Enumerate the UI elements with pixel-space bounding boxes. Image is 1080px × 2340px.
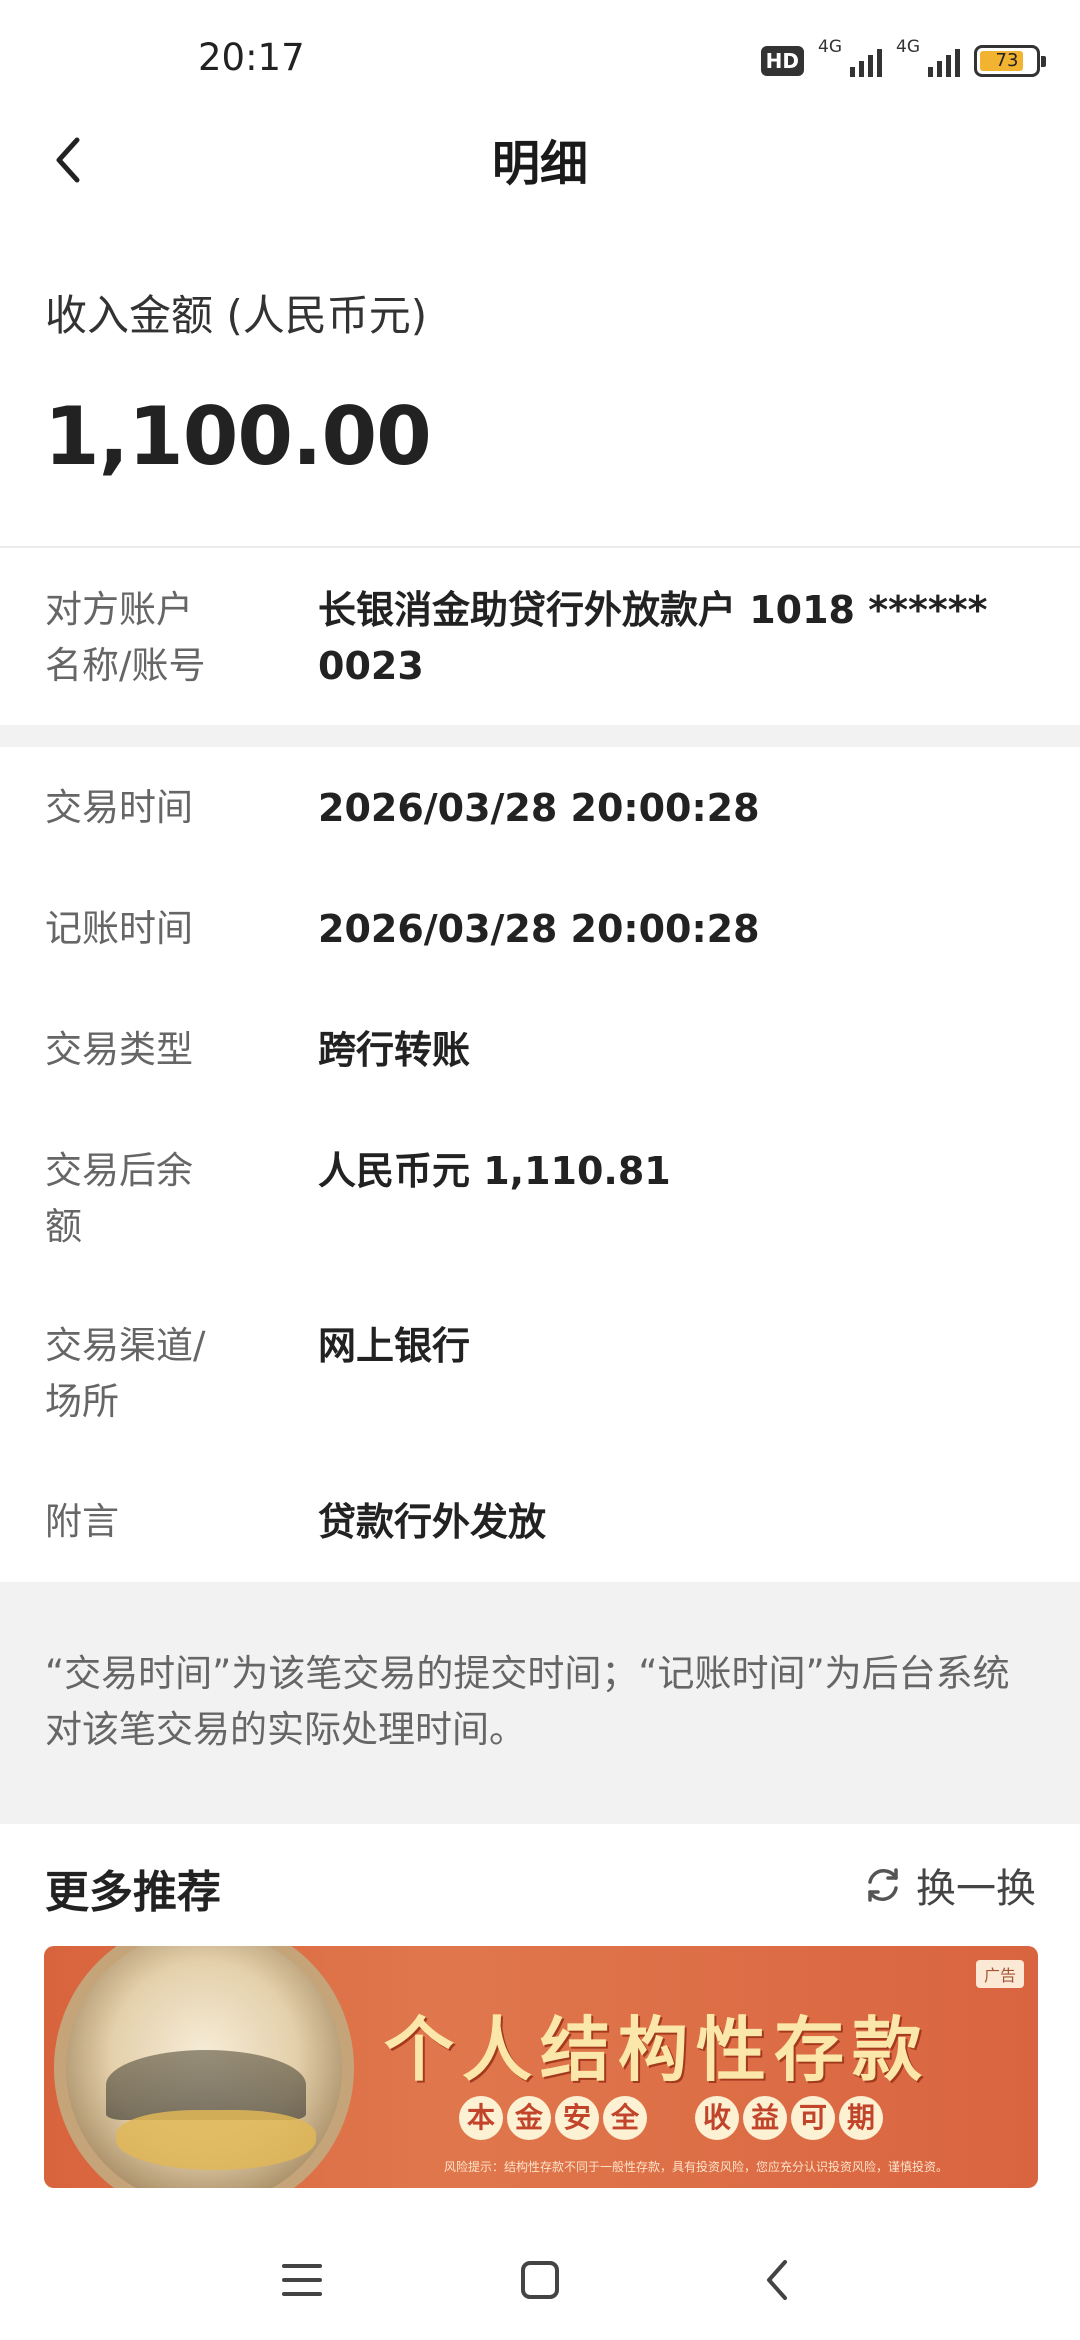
amount-value: 1,100.00 — [44, 390, 432, 483]
banner-headline: 个人结构性存款 — [384, 2008, 930, 2091]
ad-badge: 广告 — [975, 1960, 1024, 1988]
counterparty-label: 对方账户 名称/账号 — [45, 588, 206, 687]
landscape-image — [54, 1946, 354, 2188]
home-square-icon — [521, 2261, 559, 2299]
tag-group-safety: 本 金 安 全 — [459, 2096, 647, 2140]
banner-risk-text: 风险提示：结构性存款不同于一般性存款，具有投资风险，您应充分认识投资风险，谨慎投… — [444, 2160, 949, 2174]
promo-banner[interactable]: 个人结构性存款 本 金 安 全 收 益 可 期 风险提示：结构性存款不同于一般性… — [44, 1946, 1038, 2188]
refresh-label: 换一换 — [916, 1866, 1036, 1912]
section-gap — [0, 725, 1080, 747]
banner-tags: 本 金 安 全 收 益 可 期 — [459, 2096, 883, 2140]
menu-icon — [282, 2264, 322, 2296]
detail-label: 交易后余 额 — [45, 1149, 193, 1248]
counterparty-value: 长银消金助贷行外放款户 1018 ****** 0023 — [318, 588, 988, 688]
divider — [0, 546, 1080, 548]
hd-voice-icon: HD — [760, 46, 804, 76]
detail-value: 2026/03/28 20:00:28 — [318, 786, 760, 830]
detail-value: 人民币元 1,110.81 — [318, 1149, 671, 1193]
detail-value: 贷款行外发放 — [318, 1500, 547, 1544]
detail-label: 交易渠道/ 场所 — [45, 1324, 206, 1423]
detail-label: 记账时间 — [45, 907, 193, 950]
status-bar: 20:17 HD 4G 4G 73 — [0, 0, 1080, 125]
tag-group-yield: 收 益 可 期 — [695, 2096, 883, 2140]
system-nav-bar — [0, 2220, 1080, 2340]
page-title: 明细 — [491, 136, 588, 192]
refresh-icon — [868, 1868, 898, 1902]
detail-label: 附言 — [45, 1500, 119, 1543]
home-button[interactable] — [510, 2250, 570, 2310]
note-box: “交易时间”为该笔交易的提交时间；“记账时间”为后台系统对该笔交易的实际处理时间… — [0, 1582, 1080, 1824]
detail-value: 跨行转账 — [318, 1028, 471, 1072]
signal-icon: 4G — [818, 37, 882, 81]
detail-value: 2026/03/28 20:00:28 — [318, 907, 760, 951]
detail-value: 网上银行 — [318, 1324, 471, 1368]
status-time: 20:17 — [198, 36, 305, 79]
battery-icon: 73 — [974, 45, 1046, 77]
back-arrow-icon — [767, 2260, 787, 2300]
signal-icon-2: 4G — [896, 37, 960, 81]
amount-label: 收入金额 (人民币元) — [45, 291, 428, 340]
counterparty-row: 对方账户 名称/账号 长银消金助贷行外放款户 1018 ****** 0023 — [0, 582, 1080, 702]
recommend-title: 更多推荐 — [45, 1867, 221, 1918]
detail-label: 交易类型 — [45, 1028, 193, 1071]
menu-button[interactable] — [272, 2250, 332, 2310]
note-text: “交易时间”为该笔交易的提交时间；“记账时间”为后台系统对该笔交易的实际处理时间… — [45, 1652, 1010, 1751]
status-icons: HD 4G 4G 73 — [760, 37, 1046, 82]
system-back-button[interactable] — [746, 2250, 806, 2310]
detail-label: 交易时间 — [45, 786, 193, 829]
refresh-button[interactable]: 换一换 — [862, 1856, 1036, 1914]
nav-header: 明细 — [0, 110, 1080, 210]
